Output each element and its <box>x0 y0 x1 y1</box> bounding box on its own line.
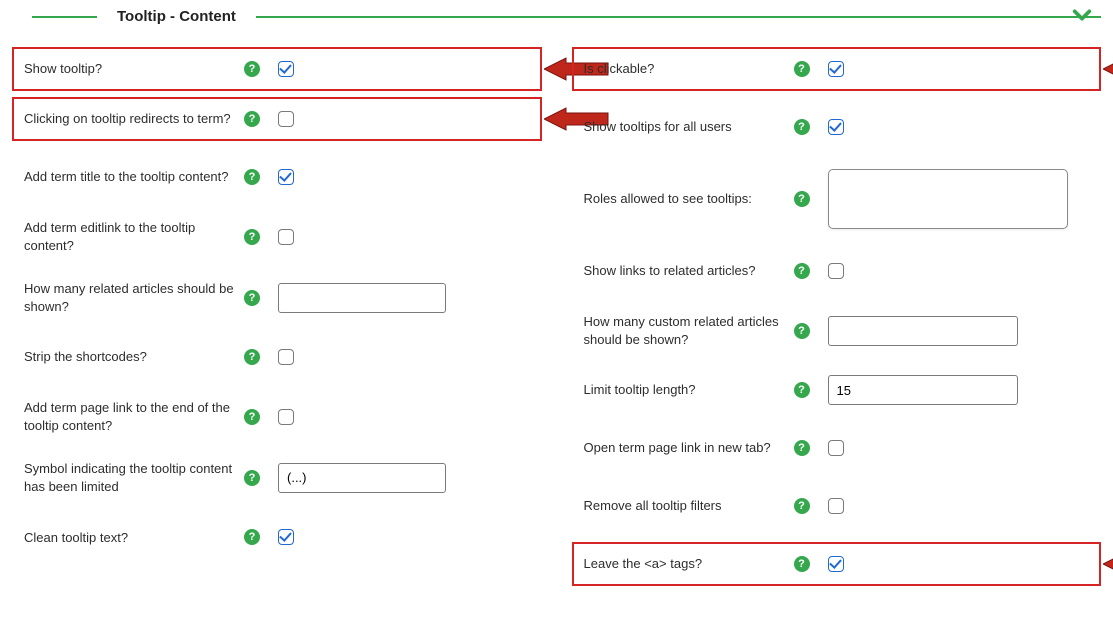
help-icon[interactable]: ? <box>794 191 810 207</box>
collapse-toggle[interactable] <box>1069 2 1095 28</box>
label-strip-shortcodes: Strip the shortcodes? <box>24 348 244 366</box>
help-icon[interactable]: ? <box>794 498 810 514</box>
help-icon[interactable]: ? <box>794 440 810 456</box>
arrow-annotation <box>1103 549 1113 579</box>
settings-column-left: Show tooltip? ? Clicking on tooltip redi… <box>12 47 542 600</box>
label-limit-length: Limit tooltip length? <box>584 381 794 399</box>
chevron-down-icon <box>1071 4 1093 26</box>
checkbox-open-new-tab[interactable] <box>828 440 844 456</box>
help-icon[interactable]: ? <box>244 529 260 545</box>
label-limit-symbol: Symbol indicating the tooltip content ha… <box>24 460 244 495</box>
help-icon[interactable]: ? <box>794 119 810 135</box>
help-icon[interactable]: ? <box>244 169 260 185</box>
arrow-annotation <box>1103 54 1113 84</box>
help-icon[interactable]: ? <box>244 229 260 245</box>
label-is-clickable: Is clickable? <box>584 60 794 78</box>
divider-left <box>32 16 97 18</box>
row-limit-length: Limit tooltip length? ? <box>572 368 1102 412</box>
checkbox-all-users[interactable] <box>828 119 844 135</box>
input-limit-length[interactable] <box>828 375 1018 405</box>
row-custom-related-count: How many custom related articles should … <box>572 307 1102 354</box>
label-custom-related-count: How many custom related articles should … <box>584 313 794 348</box>
label-add-editlink: Add term editlink to the tooltip content… <box>24 219 244 254</box>
checkbox-add-editlink[interactable] <box>278 229 294 245</box>
help-icon[interactable]: ? <box>244 111 260 127</box>
help-icon[interactable]: ? <box>794 323 810 339</box>
label-add-term-title: Add term title to the tooltip content? <box>24 168 244 186</box>
checkbox-add-page-link[interactable] <box>278 409 294 425</box>
label-clean-text: Clean tooltip text? <box>24 529 244 547</box>
checkbox-is-clickable[interactable] <box>828 61 844 77</box>
row-clean-text: Clean tooltip text? ? <box>12 515 542 559</box>
row-click-redirects: Clicking on tooltip redirects to term? ? <box>12 97 542 141</box>
settings-columns: Show tooltip? ? Clicking on tooltip redi… <box>12 47 1101 600</box>
label-show-tooltip: Show tooltip? <box>24 60 244 78</box>
row-is-clickable: Is clickable? ? <box>572 47 1102 91</box>
label-remove-filters: Remove all tooltip filters <box>584 497 794 515</box>
checkbox-links-related[interactable] <box>828 263 844 279</box>
label-related-articles-count: How many related articles should be show… <box>24 280 244 315</box>
row-all-users: Show tooltips for all users ? <box>572 105 1102 149</box>
label-click-redirects: Clicking on tooltip redirects to term? <box>24 110 244 128</box>
row-add-page-link: Add term page link to the end of the too… <box>12 393 542 440</box>
help-icon[interactable]: ? <box>794 382 810 398</box>
row-add-editlink: Add term editlink to the tooltip content… <box>12 213 542 260</box>
help-icon[interactable]: ? <box>794 556 810 572</box>
row-links-related: Show links to related articles? ? <box>572 249 1102 293</box>
help-icon[interactable]: ? <box>794 263 810 279</box>
label-leave-a-tags: Leave the <a> tags? <box>584 555 794 573</box>
help-icon[interactable]: ? <box>244 470 260 486</box>
row-limit-symbol: Symbol indicating the tooltip content ha… <box>12 454 542 501</box>
checkbox-leave-a-tags[interactable] <box>828 556 844 572</box>
label-links-related: Show links to related articles? <box>584 262 794 280</box>
section-title: Tooltip - Content <box>109 8 244 25</box>
row-show-tooltip: Show tooltip? ? <box>12 47 542 91</box>
section-header: Tooltip - Content <box>12 8 1101 25</box>
checkbox-remove-filters[interactable] <box>828 498 844 514</box>
row-add-term-title: Add term title to the tooltip content? ? <box>12 155 542 199</box>
help-icon[interactable]: ? <box>794 61 810 77</box>
label-roles-allowed: Roles allowed to see tooltips: <box>584 190 794 208</box>
settings-column-right: Is clickable? ? Show tooltips for all us… <box>572 47 1102 600</box>
row-strip-shortcodes: Strip the shortcodes? ? <box>12 335 542 379</box>
checkbox-click-redirects[interactable] <box>278 111 294 127</box>
row-roles-allowed: Roles allowed to see tooltips: ? <box>572 163 1102 235</box>
row-leave-a-tags: Leave the <a> tags? ? <box>572 542 1102 586</box>
divider-right <box>256 16 1101 18</box>
checkbox-clean-text[interactable] <box>278 529 294 545</box>
label-add-page-link: Add term page link to the end of the too… <box>24 399 244 434</box>
input-related-articles-count[interactable] <box>278 283 446 313</box>
help-icon[interactable]: ? <box>244 409 260 425</box>
row-remove-filters: Remove all tooltip filters ? <box>572 484 1102 528</box>
row-open-new-tab: Open term page link in new tab? ? <box>572 426 1102 470</box>
label-all-users: Show tooltips for all users <box>584 118 794 136</box>
help-icon[interactable]: ? <box>244 349 260 365</box>
help-icon[interactable]: ? <box>244 290 260 306</box>
checkbox-strip-shortcodes[interactable] <box>278 349 294 365</box>
textarea-roles-allowed[interactable] <box>828 169 1068 229</box>
checkbox-show-tooltip[interactable] <box>278 61 294 77</box>
input-custom-related-count[interactable] <box>828 316 1018 346</box>
help-icon[interactable]: ? <box>244 61 260 77</box>
label-open-new-tab: Open term page link in new tab? <box>584 439 794 457</box>
row-related-articles-count: How many related articles should be show… <box>12 274 542 321</box>
checkbox-add-term-title[interactable] <box>278 169 294 185</box>
input-limit-symbol[interactable] <box>278 463 446 493</box>
